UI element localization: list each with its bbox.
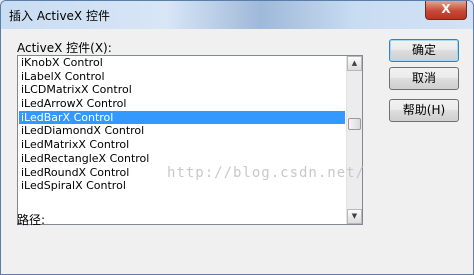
list-item[interactable]: iLedRectangleX Control <box>19 152 345 166</box>
scroll-up-button[interactable]: ▲ <box>347 56 362 71</box>
close-button[interactable]: X <box>425 1 467 20</box>
dialog-title: 插入 ActiveX 控件 <box>9 9 110 23</box>
path-label: 路径: <box>17 213 46 227</box>
scroll-down-button[interactable]: ▼ <box>347 209 362 224</box>
list-item[interactable]: iLabelX Control <box>19 70 345 84</box>
chevron-up-icon: ▲ <box>351 59 358 67</box>
vertical-scrollbar[interactable]: ▲ ▼ <box>346 56 362 224</box>
cancel-button[interactable]: 取消 <box>389 67 459 90</box>
ok-button[interactable]: 确定 <box>389 39 459 62</box>
list-item[interactable]: iLCDMatrixX Control <box>19 83 345 97</box>
controls-listbox[interactable]: iKnobX Control iLabelX Control iLCDMatri… <box>17 55 363 225</box>
help-button[interactable]: 帮助(H) <box>389 99 459 122</box>
list-item[interactable]: iLedSpiralX Control <box>19 179 345 193</box>
watermark-text: http://blog.csdn.net/ <box>167 165 366 181</box>
list-item[interactable]: iKnobX Control <box>19 56 345 70</box>
list-item-selected[interactable]: iLedBarX Control <box>19 110 345 125</box>
controls-list-label: ActiveX 控件(X): <box>17 41 112 55</box>
title-bar[interactable]: 插入 ActiveX 控件 X <box>1 1 473 29</box>
scrollbar-thumb[interactable] <box>348 118 361 130</box>
dialog-content: ActiveX 控件(X): iKnobX Control iLabelX Co… <box>7 29 467 268</box>
dialog-window: 插入 ActiveX 控件 X ActiveX 控件(X): iKnobX Co… <box>0 0 474 275</box>
list-item[interactable]: iLedArrowX Control <box>19 97 345 111</box>
list-item[interactable]: iLedMatrixX Control <box>19 138 345 152</box>
list-item[interactable]: iLedDiamondX Control <box>19 124 345 138</box>
chevron-down-icon: ▼ <box>351 212 358 220</box>
